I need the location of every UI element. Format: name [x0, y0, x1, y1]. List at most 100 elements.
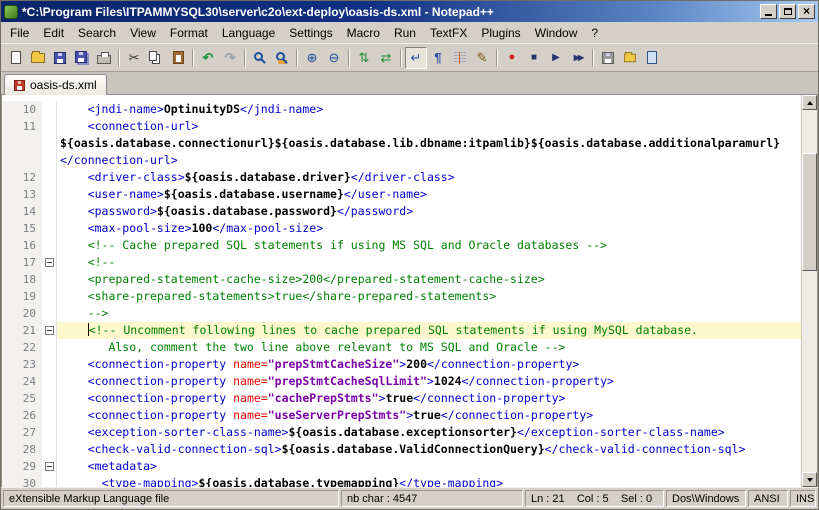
code-text: <type-mapping>${oasis.database.typemappi… — [57, 475, 801, 487]
editor-line-28[interactable]: 28 <check-valid-connection-sql>${oasis.d… — [2, 441, 801, 458]
open-file-button[interactable] — [27, 47, 49, 69]
print-button[interactable] — [93, 47, 115, 69]
redo-button[interactable]: ↷ — [219, 47, 241, 69]
editor-line-15[interactable]: 15 <max-pool-size>100</max-pool-size> — [2, 220, 801, 237]
status-eol-format[interactable]: Dos\Windows — [666, 490, 746, 507]
fold-collapse-icon[interactable] — [45, 258, 54, 267]
fold-collapse-icon[interactable] — [45, 462, 54, 471]
maximize-button[interactable] — [779, 4, 796, 19]
menu-window[interactable]: Window — [528, 24, 585, 42]
menu-plugins[interactable]: Plugins — [474, 24, 527, 42]
menu-textfx[interactable]: TextFX — [423, 24, 474, 42]
fold-margin[interactable] — [42, 254, 57, 271]
fold-margin[interactable] — [42, 458, 57, 475]
fold-margin — [42, 237, 57, 254]
run-macro-multiple-button[interactable]: ▶▶ — [567, 47, 589, 69]
status-insert-mode[interactable]: INS — [790, 490, 816, 507]
toolbar-separator — [192, 49, 194, 67]
fold-margin[interactable] — [42, 322, 57, 339]
scroll-up-button[interactable] — [802, 95, 817, 110]
zoom-out-button[interactable]: ⊖ — [323, 47, 345, 69]
plugin-3-button[interactable] — [641, 47, 663, 69]
line-number — [2, 135, 42, 152]
close-button[interactable]: × — [798, 4, 815, 19]
editor-line-29[interactable]: 29 <metadata> — [2, 458, 801, 475]
editor-line-19[interactable]: 19 <share-prepared-statements>true</shar… — [2, 288, 801, 305]
save-all-button[interactable] — [71, 47, 93, 69]
menu-file[interactable]: File — [3, 24, 36, 42]
scrollbar-thumb[interactable] — [802, 153, 817, 271]
editor-line-20[interactable]: 20 --> — [2, 305, 801, 322]
code-text: ${oasis.database.connectionurl}${oasis.d… — [57, 135, 801, 152]
copy-button[interactable] — [145, 47, 167, 69]
editor-line-11[interactable]: 11 <connection-url> — [2, 118, 801, 135]
menu-edit[interactable]: Edit — [36, 24, 71, 42]
playback-macro-button[interactable]: ▶ — [545, 47, 567, 69]
paste-button[interactable] — [167, 47, 189, 69]
editor-line-27[interactable]: 27 <exception-sorter-class-name>${oasis.… — [2, 424, 801, 441]
editor-line-26[interactable]: 26 <connection-property name="useServerP… — [2, 407, 801, 424]
tab-oasis-ds-xml[interactable]: oasis-ds.xml — [4, 74, 107, 95]
menu-settings[interactable]: Settings — [282, 24, 339, 42]
menu-view[interactable]: View — [123, 24, 163, 42]
editor-area[interactable]: 10 <jndi-name>OptinuityDS</jndi-name>11 … — [1, 95, 818, 487]
plugin-1-button[interactable] — [597, 47, 619, 69]
editor-line-wrap[interactable]: ${oasis.database.connectionurl}${oasis.d… — [2, 135, 801, 152]
status-bar: eXtensible Markup Language file nb char … — [1, 487, 818, 509]
user-define-dialog-button[interactable]: ✎ — [471, 47, 493, 69]
vertical-scrollbar[interactable] — [801, 95, 817, 487]
new-file-button[interactable] — [5, 47, 27, 69]
fold-margin — [42, 356, 57, 373]
sync-horizontal-button[interactable]: ⇄ — [375, 47, 397, 69]
zoom-in-button[interactable]: ⊕ — [301, 47, 323, 69]
line-number: 16 — [2, 237, 42, 254]
stop-record-button[interactable]: ■ — [523, 47, 545, 69]
editor-line-21[interactable]: 21 <!-- Uncomment following lines to cac… — [2, 322, 801, 339]
line-number: 26 — [2, 407, 42, 424]
plugin-2-button[interactable] — [619, 47, 641, 69]
toolbar: ✂↶↷⊕⊖⇅⇄↵¶✎●■▶▶▶ — [1, 43, 818, 72]
editor-line-16[interactable]: 16 <!-- Cache prepared SQL statements if… — [2, 237, 801, 254]
editor-line-14[interactable]: 14 <password>${oasis.database.password}<… — [2, 203, 801, 220]
save-button[interactable] — [49, 47, 71, 69]
menu-search[interactable]: Search — [71, 24, 123, 42]
menu-run[interactable]: Run — [387, 24, 423, 42]
minimize-button[interactable] — [760, 4, 777, 19]
indent-guide-button[interactable] — [449, 47, 471, 69]
editor-line-22[interactable]: 22 Also, comment the two line above rele… — [2, 339, 801, 356]
menu-format[interactable]: Format — [163, 24, 215, 42]
cut-button[interactable]: ✂ — [123, 47, 145, 69]
editor-line-24[interactable]: 24 <connection-property name="prepStmtCa… — [2, 373, 801, 390]
editor-line-10[interactable]: 10 <jndi-name>OptinuityDS</jndi-name> — [2, 101, 801, 118]
line-number: 30 — [2, 475, 42, 487]
fold-collapse-icon[interactable] — [45, 326, 54, 335]
status-doc-type: eXtensible Markup Language file — [3, 490, 339, 507]
sync-vertical-button[interactable]: ⇅ — [353, 47, 375, 69]
editor-line-30[interactable]: 30 <type-mapping>${oasis.database.typema… — [2, 475, 801, 487]
menu-language[interactable]: Language — [215, 24, 282, 42]
fold-margin — [42, 373, 57, 390]
tab-bar: oasis-ds.xml — [1, 72, 818, 95]
scroll-down-button[interactable] — [802, 472, 817, 487]
menu-help[interactable]: ? — [584, 24, 605, 42]
editor-line-18[interactable]: 18 <prepared-statement-cache-size>200</p… — [2, 271, 801, 288]
undo-button[interactable]: ↶ — [197, 47, 219, 69]
status-encoding[interactable]: ANSI — [748, 490, 788, 507]
editor-line-23[interactable]: 23 <connection-property name="prepStmtCa… — [2, 356, 801, 373]
code-text: <metadata> — [57, 458, 801, 475]
tab-label: oasis-ds.xml — [30, 78, 97, 92]
editor-line-17[interactable]: 17 <!-- — [2, 254, 801, 271]
show-all-characters-button[interactable]: ¶ — [427, 47, 449, 69]
editor-line-12[interactable]: 12 <driver-class>${oasis.database.driver… — [2, 169, 801, 186]
editor-line-25[interactable]: 25 <connection-property name="cachePrepS… — [2, 390, 801, 407]
editor-line-wrap[interactable]: </connection-url> — [2, 152, 801, 169]
find-button[interactable] — [249, 47, 271, 69]
word-wrap-button[interactable]: ↵ — [405, 47, 427, 69]
code-text: --> — [57, 305, 801, 322]
replace-button[interactable] — [271, 47, 293, 69]
record-macro-button[interactable]: ● — [501, 47, 523, 69]
menu-macro[interactable]: Macro — [340, 24, 387, 42]
editor-line-13[interactable]: 13 <user-name>${oasis.database.username}… — [2, 186, 801, 203]
code-text: <user-name>${oasis.database.username}</u… — [57, 186, 801, 203]
line-number: 14 — [2, 203, 42, 220]
